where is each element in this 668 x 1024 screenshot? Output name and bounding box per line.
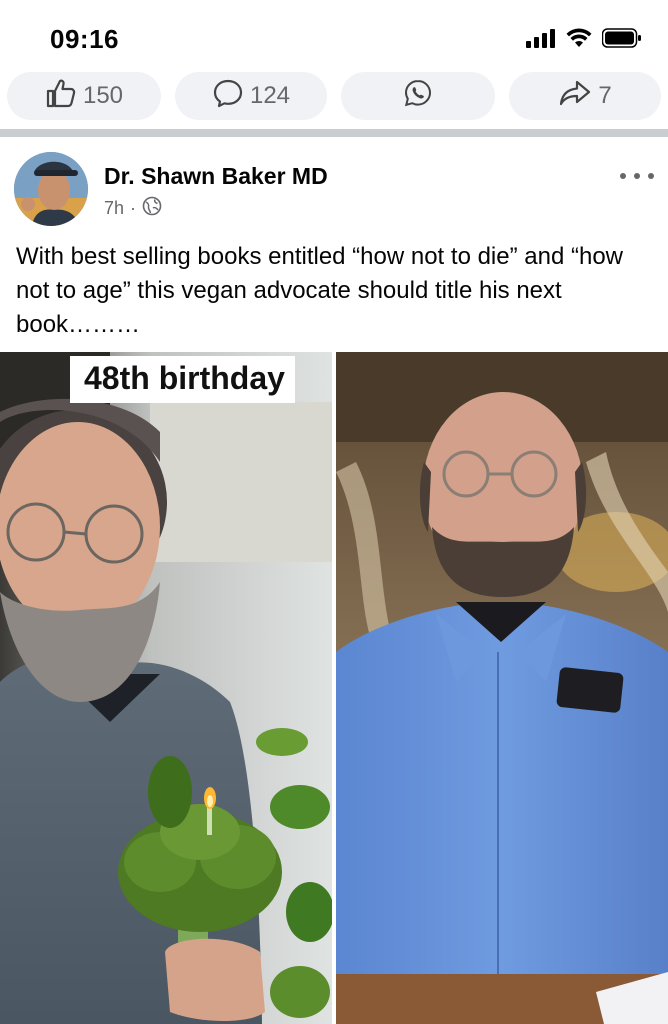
status-bar: 09:16 [0, 0, 668, 78]
post-meta: 7h · [104, 196, 162, 221]
status-time: 09:16 [50, 24, 119, 54]
like-button[interactable]: 150 [7, 72, 161, 120]
comment-icon [212, 78, 244, 115]
meta-separator: · [130, 198, 137, 218]
whatsapp-icon [403, 78, 433, 115]
image-caption: 48th birthday [70, 356, 295, 403]
more-options-button[interactable] [620, 166, 654, 186]
more-dot-icon [634, 173, 640, 179]
feed-divider [0, 129, 668, 137]
author-avatar[interactable] [14, 152, 88, 226]
globe-icon [142, 196, 162, 221]
signal-icon [526, 28, 556, 53]
wifi-icon [566, 28, 592, 53]
share-count: 7 [598, 82, 612, 109]
share-arrow-icon [558, 79, 592, 114]
post-time[interactable]: 7h [104, 198, 124, 219]
whatsapp-share-button[interactable] [341, 72, 495, 120]
status-icons [526, 28, 642, 53]
more-dot-icon [620, 173, 626, 179]
more-dot-icon [648, 173, 654, 179]
author-name[interactable]: Dr. Shawn Baker MD [104, 163, 328, 190]
comment-button[interactable]: 124 [175, 72, 327, 120]
post-photo-left[interactable] [0, 352, 332, 1024]
like-count: 150 [82, 82, 124, 109]
comment-count: 124 [249, 82, 291, 109]
post-text: With best selling books entitled “how no… [16, 243, 623, 338]
share-button[interactable]: 7 [509, 72, 661, 120]
battery-icon [601, 28, 642, 53]
post-photo-right[interactable] [336, 352, 668, 1024]
reactions-row: 150 124 7 [0, 72, 668, 122]
thumbs-up-icon [45, 78, 77, 115]
